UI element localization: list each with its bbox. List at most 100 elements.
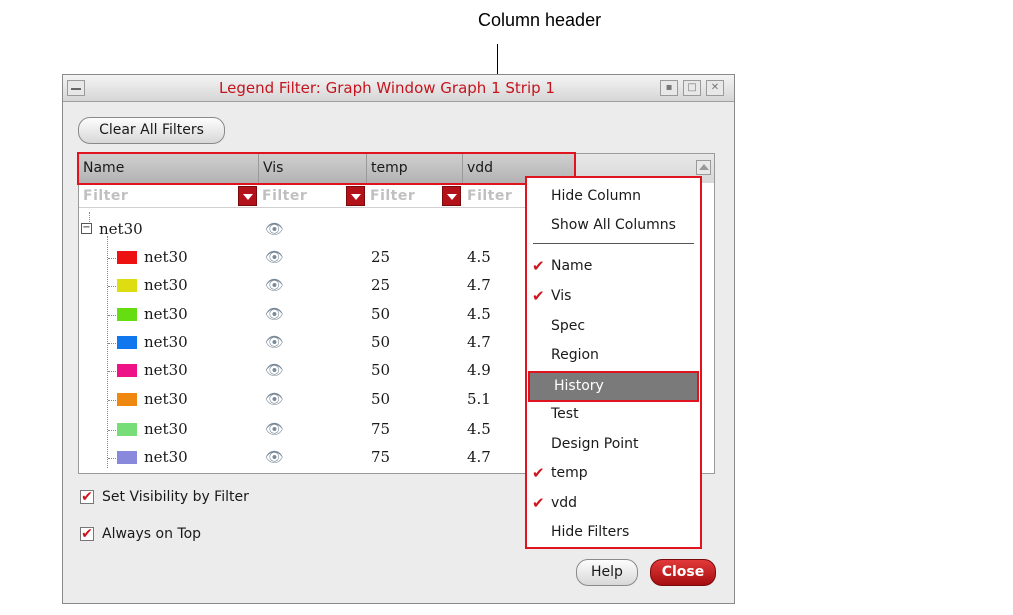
filter-dropdown-icon[interactable] xyxy=(442,186,461,206)
row-vdd: 4.5 xyxy=(467,420,491,438)
color-swatch xyxy=(117,451,137,464)
menu-separator xyxy=(533,243,694,244)
menu-item-vis[interactable]: ✔ Vis xyxy=(527,283,700,310)
table-row[interactable]: net30 👁 50 4.5 xyxy=(79,305,576,329)
always-on-top-label: Always on Top xyxy=(102,526,202,542)
color-swatch xyxy=(117,364,137,377)
menu-item-label: vdd xyxy=(551,495,578,511)
always-on-top-checkbox[interactable]: ✔ xyxy=(80,527,94,541)
check-icon: ✔ xyxy=(532,464,545,482)
eye-icon[interactable]: 👁 xyxy=(265,390,284,408)
menu-item-hide-column[interactable]: Hide Column xyxy=(527,183,700,210)
menu-item-show-all-columns[interactable]: Show All Columns xyxy=(527,212,700,239)
help-button[interactable]: Help xyxy=(576,559,638,586)
tree-line xyxy=(108,430,116,431)
close-window-icon[interactable]: ✕ xyxy=(706,80,724,96)
row-vdd: 4.7 xyxy=(467,333,491,351)
color-swatch xyxy=(117,393,137,406)
color-swatch xyxy=(117,308,137,321)
row-temp: 75 xyxy=(371,448,391,466)
window-menu-icon[interactable] xyxy=(67,80,85,96)
menu-item-label: Vis xyxy=(551,288,572,304)
menu-item-design-point[interactable]: Design Point xyxy=(527,431,700,458)
tree-line xyxy=(108,458,116,459)
tree-line xyxy=(108,258,116,259)
row-name: net30 xyxy=(144,276,188,294)
menu-item-test[interactable]: Test xyxy=(527,401,700,428)
column-context-menu: Hide Column Show All Columns ✔ Name ✔ Vi… xyxy=(525,176,702,549)
menu-item-label: History xyxy=(554,378,604,394)
window-title: Legend Filter: Graph Window Graph 1 Stri… xyxy=(219,79,555,97)
table-row[interactable]: net30 👁 75 4.5 xyxy=(79,420,576,444)
row-vdd: 4.5 xyxy=(467,248,491,266)
filter-temp[interactable]: Filter xyxy=(367,184,463,208)
maximize-icon[interactable]: □ xyxy=(683,80,701,96)
filter-dropdown-icon[interactable] xyxy=(346,186,365,206)
table-row[interactable]: net30 👁 50 4.9 xyxy=(79,361,576,385)
set-visibility-checkbox[interactable]: ✔ xyxy=(80,490,94,504)
title-bar[interactable]: Legend Filter: Graph Window Graph 1 Stri… xyxy=(63,75,734,102)
table-row[interactable]: net30 👁 50 5.1 xyxy=(79,390,576,414)
row-name: net30 xyxy=(144,305,188,323)
set-visibility-label: Set Visibility by Filter xyxy=(102,489,249,505)
menu-item-history[interactable]: History xyxy=(528,371,699,402)
menu-item-temp[interactable]: ✔ temp xyxy=(527,460,700,487)
clear-all-filters-button[interactable]: Clear All Filters xyxy=(78,117,225,144)
close-button[interactable]: Close xyxy=(650,559,716,586)
eye-icon[interactable]: 👁 xyxy=(265,448,284,466)
filter-vdd-placeholder: Filter xyxy=(467,188,513,204)
row-temp: 50 xyxy=(371,305,391,323)
eye-icon[interactable]: 👁 xyxy=(265,220,284,238)
row-temp: 25 xyxy=(371,248,391,266)
eye-icon[interactable]: 👁 xyxy=(265,248,284,266)
eye-icon[interactable]: 👁 xyxy=(265,420,284,438)
menu-item-name[interactable]: ✔ Name xyxy=(527,253,700,280)
menu-item-label: Test xyxy=(551,406,579,422)
menu-item-label: temp xyxy=(551,465,588,481)
row-name: net30 xyxy=(144,420,188,438)
tree-line xyxy=(108,286,116,287)
color-swatch xyxy=(117,423,137,436)
menu-item-label: Hide Filters xyxy=(551,524,630,540)
color-swatch xyxy=(117,251,137,264)
filter-name[interactable]: Filter xyxy=(79,184,259,208)
minimize-icon[interactable]: ▪ xyxy=(660,80,678,96)
tree-line xyxy=(108,343,116,344)
tree-line xyxy=(108,315,116,316)
filter-vis-placeholder: Filter xyxy=(262,188,308,204)
table-row[interactable]: net30 👁 25 4.5 xyxy=(79,248,576,272)
menu-item-label: Spec xyxy=(551,318,586,334)
menu-item-spec[interactable]: Spec xyxy=(527,313,700,340)
row-vdd: 4.9 xyxy=(467,361,491,379)
callout-label: Column header xyxy=(478,10,602,30)
row-name: net30 xyxy=(144,333,188,351)
row-vdd: 4.5 xyxy=(467,305,491,323)
row-vdd: 4.7 xyxy=(467,276,491,294)
eye-icon[interactable]: 👁 xyxy=(265,276,284,294)
menu-item-label: Name xyxy=(551,258,593,274)
collapse-icon[interactable]: − xyxy=(81,223,92,234)
menu-item-hide-filters[interactable]: Hide Filters xyxy=(527,519,700,546)
table-row[interactable]: net30 👁 50 4.7 xyxy=(79,333,576,357)
eye-icon[interactable]: 👁 xyxy=(265,361,284,379)
menu-item-region[interactable]: Region xyxy=(527,342,700,369)
row-temp: 50 xyxy=(371,333,391,351)
menu-item-vdd[interactable]: ✔ vdd xyxy=(527,490,700,517)
table-row[interactable]: net30 👁 25 4.7 xyxy=(79,276,576,300)
tree-line xyxy=(108,400,116,401)
filter-vis[interactable]: Filter xyxy=(259,184,367,208)
menu-item-label: Region xyxy=(551,347,599,363)
color-swatch xyxy=(117,279,137,292)
row-temp: 75 xyxy=(371,420,391,438)
row-temp: 50 xyxy=(371,390,391,408)
scroll-up-icon[interactable] xyxy=(696,160,711,175)
eye-icon[interactable]: 👁 xyxy=(265,305,284,323)
row-name: net30 xyxy=(144,448,188,466)
table-row[interactable]: net30 👁 75 4.7 xyxy=(79,448,576,472)
check-icon: ✔ xyxy=(532,287,545,305)
filter-dropdown-icon[interactable] xyxy=(238,186,257,206)
row-name: net30 xyxy=(144,361,188,379)
eye-icon[interactable]: 👁 xyxy=(265,333,284,351)
menu-item-label: Design Point xyxy=(551,436,639,452)
filter-temp-placeholder: Filter xyxy=(370,188,416,204)
